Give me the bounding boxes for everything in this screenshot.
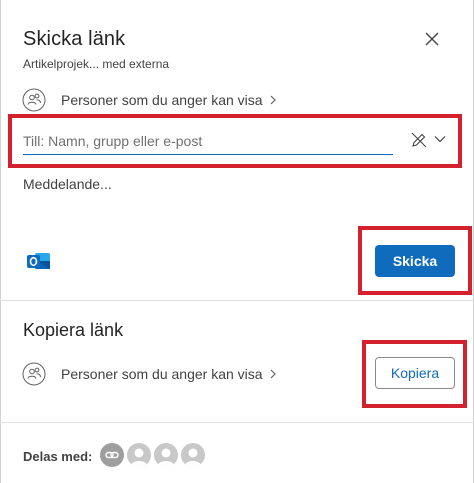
close-icon	[425, 32, 439, 46]
pencil-slash-icon[interactable]	[409, 130, 429, 150]
person-avatar[interactable]	[127, 443, 151, 467]
person-avatar[interactable]	[154, 443, 178, 467]
chevron-down-icon[interactable]	[433, 134, 447, 144]
recipients-input[interactable]	[23, 128, 393, 155]
link-icon[interactable]	[100, 443, 124, 467]
permission-label: Personer som du anger kan visa	[61, 92, 263, 108]
copy-button[interactable]: Kopiera	[375, 357, 455, 389]
shared-with-avatars	[100, 443, 208, 467]
section-divider	[0, 300, 474, 301]
close-button[interactable]	[418, 28, 446, 50]
people-icon	[22, 88, 46, 112]
send-button[interactable]: Skicka	[375, 245, 455, 277]
footer-divider	[0, 422, 474, 423]
permission-settings-link[interactable]: Personer som du anger kan visa	[22, 86, 277, 114]
person-avatar[interactable]	[181, 443, 205, 467]
chevron-right-icon	[270, 95, 276, 105]
outlook-icon[interactable]	[26, 249, 52, 273]
message-field[interactable]: Meddelande...	[23, 176, 112, 192]
people-icon	[22, 362, 46, 386]
copy-permission-settings-link[interactable]: Personer som du anger kan visa	[22, 360, 277, 388]
shared-with-label: Delas med:	[23, 449, 93, 464]
dialog-border-left	[0, 0, 1, 483]
dialog-title: Skicka länk	[23, 28, 126, 50]
dialog-subtitle: Artikelprojek... med externa	[23, 57, 170, 71]
copy-link-title: Kopiera länk	[23, 320, 124, 340]
chevron-right-icon	[270, 369, 276, 379]
copy-permission-label: Personer som du anger kan visa	[61, 366, 263, 382]
